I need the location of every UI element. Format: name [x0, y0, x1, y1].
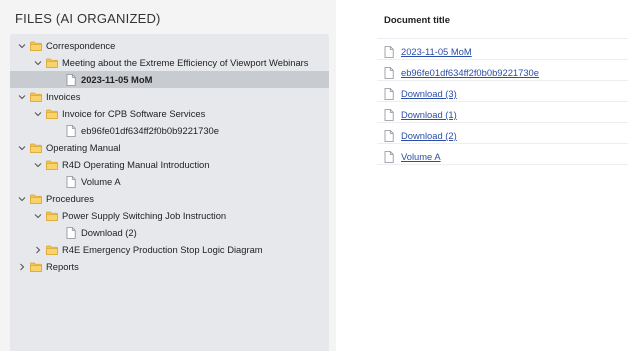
- tree-item-label: Correspondence: [46, 40, 116, 51]
- document-link[interactable]: Volume A: [401, 151, 441, 162]
- tree-item-label: Invoices: [46, 91, 81, 102]
- folder-icon: [46, 160, 58, 170]
- documents-panel: Document title 2023-11-05 MoM eb96fe01df6…: [341, 0, 628, 351]
- document-icon: [384, 66, 394, 79]
- tree-folder-item[interactable]: Correspondence: [10, 37, 329, 54]
- row-divider: [377, 143, 628, 144]
- document-link[interactable]: Download (2): [401, 130, 457, 141]
- chevron-down-icon[interactable]: [17, 92, 26, 101]
- chevron-down-icon[interactable]: [17, 143, 26, 152]
- folder-icon: [46, 245, 58, 255]
- chevron-down-icon[interactable]: [17, 194, 26, 203]
- tree-file-item[interactable]: eb96fe01df634ff2f0b0b9221730e: [10, 122, 329, 139]
- document-link[interactable]: eb96fe01df634ff2f0b0b9221730e: [401, 67, 539, 78]
- tree-folder-item[interactable]: Power Supply Switching Job Instruction: [10, 207, 329, 224]
- row-divider: [377, 101, 628, 102]
- document-icon: [66, 124, 76, 137]
- document-icon: [384, 129, 394, 142]
- tree-item-label: Reports: [46, 261, 79, 272]
- chevron-down-icon[interactable]: [33, 160, 42, 169]
- chevron-down-icon[interactable]: [33, 109, 42, 118]
- document-link[interactable]: Download (1): [401, 109, 457, 120]
- folder-icon: [30, 194, 42, 204]
- chevron-down-icon[interactable]: [33, 58, 42, 67]
- row-divider: [377, 122, 628, 123]
- tree-folder-item[interactable]: Invoices: [10, 88, 329, 105]
- tree-item-label: Download (2): [81, 227, 137, 238]
- tree-folder-item[interactable]: R4D Operating Manual Introduction: [10, 156, 329, 173]
- tree-folder-item[interactable]: Meeting about the Extreme Efficiency of …: [10, 54, 329, 71]
- tree-folder-item[interactable]: Invoice for CPB Software Services: [10, 105, 329, 122]
- folder-icon: [30, 143, 42, 153]
- tree-item-label: R4E Emergency Production Stop Logic Diag…: [62, 244, 263, 255]
- folder-icon: [46, 109, 58, 119]
- folder-icon: [46, 211, 58, 221]
- tree-item-label: R4D Operating Manual Introduction: [62, 159, 210, 170]
- tree-file-item[interactable]: Download (2): [10, 224, 329, 241]
- files-panel-title: FILES (AI ORGANIZED): [15, 11, 161, 26]
- tree-file-item[interactable]: Volume A: [10, 173, 329, 190]
- row-divider: [377, 164, 628, 165]
- folder-icon: [30, 92, 42, 102]
- tree-folder-item[interactable]: Operating Manual: [10, 139, 329, 156]
- tree-folder-item[interactable]: R4E Emergency Production Stop Logic Diag…: [10, 241, 329, 258]
- tree-item-label: Procedures: [46, 193, 94, 204]
- document-icon: [66, 226, 76, 239]
- row-divider: [377, 38, 628, 39]
- document-title-header: Document title: [384, 15, 450, 26]
- document-icon: [384, 150, 394, 163]
- tree-item-label: Operating Manual: [46, 142, 121, 153]
- tree-item-label: Meeting about the Extreme Efficiency of …: [62, 57, 309, 68]
- file-tree: Correspondence Meeting about the Extreme …: [10, 34, 329, 351]
- chevron-right-icon[interactable]: [17, 262, 26, 271]
- document-icon: [384, 45, 394, 58]
- file-tree-list: Correspondence Meeting about the Extreme …: [10, 34, 329, 275]
- tree-item-label: 2023-11-05 MoM: [81, 74, 153, 85]
- row-divider: [377, 59, 628, 60]
- chevron-down-icon[interactable]: [17, 41, 26, 50]
- row-divider: [377, 80, 628, 81]
- chevron-right-icon[interactable]: [33, 245, 42, 254]
- tree-item-label: Volume A: [81, 176, 121, 187]
- document-icon: [384, 87, 394, 100]
- tree-folder-item[interactable]: Reports: [10, 258, 329, 275]
- chevron-down-icon[interactable]: [33, 211, 42, 220]
- folder-icon: [30, 41, 42, 51]
- tree-item-label: Power Supply Switching Job Instruction: [62, 210, 227, 221]
- document-icon: [384, 108, 394, 121]
- tree-file-item[interactable]: 2023-11-05 MoM: [10, 71, 329, 88]
- document-link[interactable]: Download (3): [401, 88, 457, 99]
- tree-folder-item[interactable]: Procedures: [10, 190, 329, 207]
- document-icon: [66, 73, 76, 86]
- document-icon: [66, 175, 76, 188]
- folder-icon: [30, 262, 42, 272]
- files-panel: FILES (AI ORGANIZED) Correspondence Meeti…: [0, 0, 336, 351]
- tree-item-label: Invoice for CPB Software Services: [62, 108, 206, 119]
- document-link[interactable]: 2023-11-05 MoM: [401, 46, 472, 57]
- tree-item-label: eb96fe01df634ff2f0b0b9221730e: [81, 125, 219, 136]
- folder-icon: [46, 58, 58, 68]
